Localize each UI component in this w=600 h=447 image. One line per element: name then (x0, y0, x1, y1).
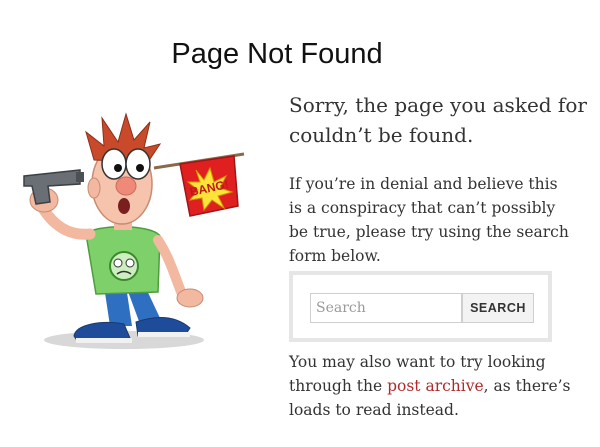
gun-arm (38, 204, 96, 240)
right-hand (176, 288, 204, 308)
nose (115, 176, 137, 196)
page-title: Page Not Found (171, 38, 383, 70)
cartoon-man-illustration: BANG! (23, 112, 245, 349)
search-form: SEARCH (289, 271, 552, 342)
search-button[interactable]: SEARCH (462, 293, 534, 323)
error-heading: Sorry, the page you asked for couldn’t b… (289, 93, 587, 147)
mouth (118, 198, 130, 214)
left-eye (101, 148, 127, 180)
error-description: If you’re in denial and believe this is … (289, 175, 569, 265)
search-input[interactable] (310, 293, 462, 323)
ear (87, 177, 101, 199)
right-eye (125, 148, 151, 180)
right-arm (153, 235, 187, 299)
archive-suggestion: You may also want to try looking through… (289, 350, 579, 422)
left-shoe-sole (76, 338, 132, 343)
shirt-logo-icon (109, 251, 139, 281)
post-archive-link[interactable]: post archive (387, 377, 484, 395)
right-shoe-sole (138, 332, 190, 337)
